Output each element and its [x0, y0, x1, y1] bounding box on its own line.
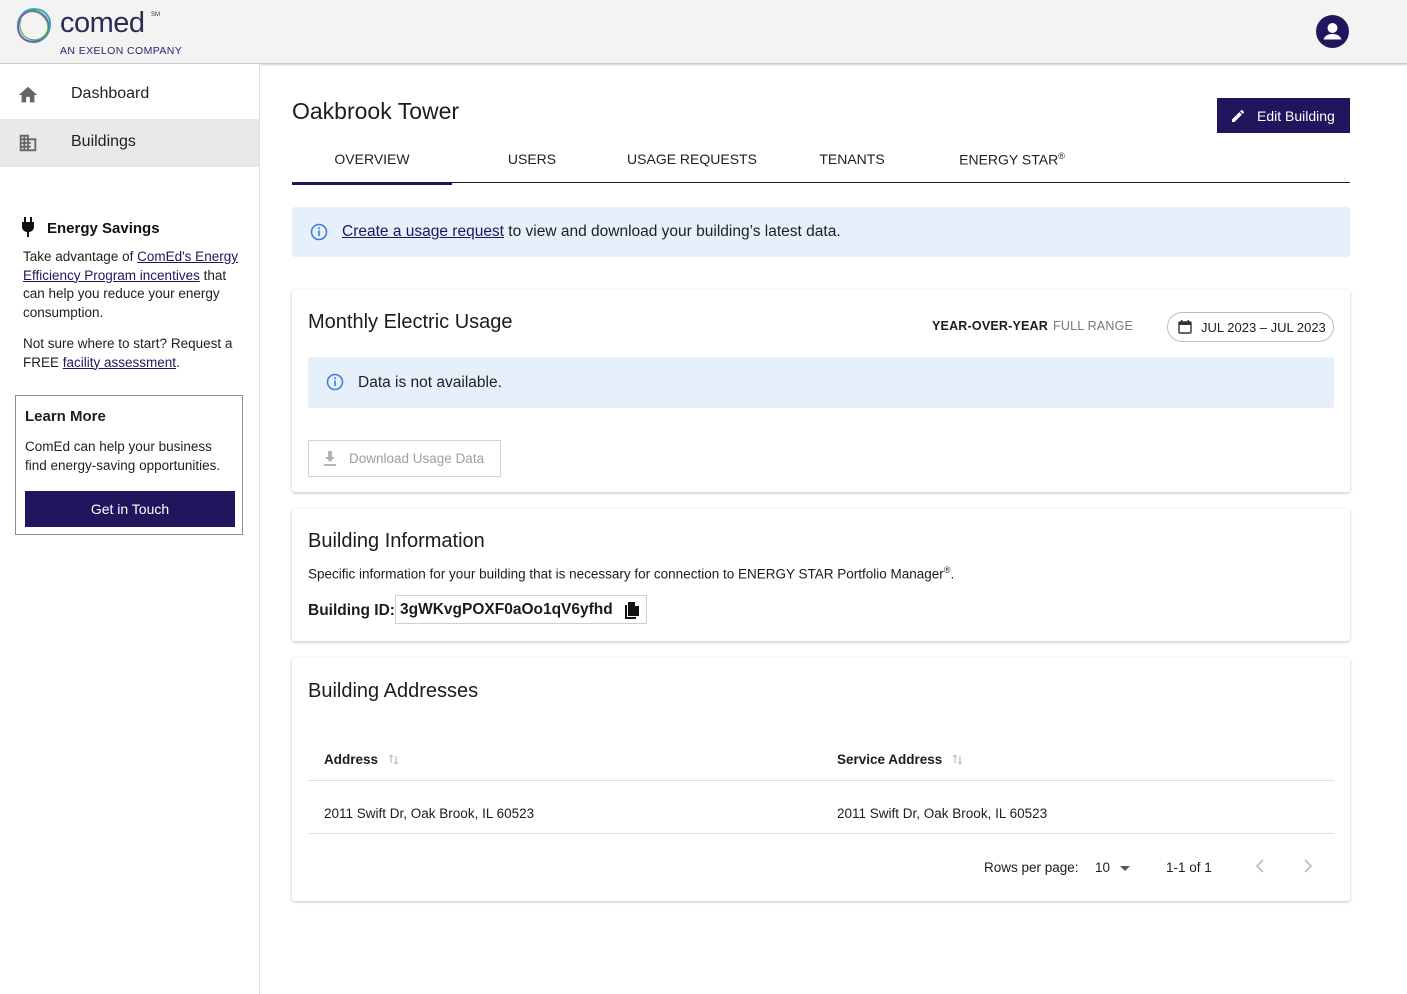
download-usage-data-button[interactable]: Download Usage Data — [308, 440, 501, 477]
learn-more-body: ComEd can help your business find energy… — [25, 439, 221, 473]
power-plug-icon — [22, 217, 34, 237]
building-information-title: Building Information — [308, 530, 485, 552]
building-addresses-title: Building Addresses — [308, 680, 479, 702]
pagination-range: 1-1 of 1 — [1166, 860, 1212, 875]
logo-wordmark: comed — [60, 7, 145, 39]
usage-request-banner: Create a usage request to view and downl… — [292, 207, 1350, 257]
tab-overview[interactable]: OVERVIEW — [292, 138, 452, 185]
building-icon — [19, 134, 37, 152]
year-over-year-toggle[interactable]: YEAR-OVER-YEAR — [932, 319, 1048, 333]
download-usage-data-label: Download Usage Data — [349, 451, 485, 466]
logo-tagline: AN EXELON COMPANY — [60, 45, 183, 57]
page-title: Oakbrook Tower — [292, 98, 460, 124]
building-id-field: 3gWKvgPOXF0aOo1qV6yfhd — [395, 595, 647, 624]
sidebar-item-dashboard[interactable]: Dashboard — [0, 71, 259, 119]
tab-usage-requests[interactable]: USAGE REQUESTS — [612, 138, 772, 183]
comed-logo-mark-icon — [16, 7, 52, 44]
calendar-icon — [1178, 320, 1192, 334]
pencil-icon — [1232, 109, 1245, 122]
download-icon — [324, 451, 336, 466]
caret-down-icon — [1120, 866, 1130, 871]
info-icon — [310, 223, 328, 241]
service-address-cell: 2011 Swift Dr, Oak Brook, IL 60523 — [837, 806, 1048, 821]
learn-more-title: Learn More — [25, 408, 106, 425]
sort-icon — [388, 754, 399, 765]
edit-building-label: Edit Building — [1257, 108, 1335, 124]
full-range-toggle[interactable]: FULL RANGE — [1053, 319, 1133, 333]
user-icon — [1323, 23, 1342, 40]
building-id-label: Building ID: — [308, 602, 395, 619]
energy-savings-text: Take advantage of ComEd's Energy Efficie… — [23, 249, 238, 320]
info-icon — [326, 373, 344, 391]
sidebar-item-label: Dashboard — [71, 85, 150, 102]
rows-per-page-value: 10 — [1095, 860, 1111, 875]
sort-icon — [952, 754, 963, 765]
building-information-card: Building Information Specific informatio… — [292, 509, 1350, 641]
sidebar-item-label: Buildings — [71, 133, 136, 150]
sidebar: Dashboard Buildings Energy Savings Take … — [0, 64, 260, 994]
logo-service-mark: SM — [151, 12, 160, 18]
account-avatar-button[interactable] — [1316, 15, 1349, 48]
home-icon — [18, 86, 38, 103]
data-unavailable-banner: Data is not available. — [308, 357, 1334, 408]
building-tabs: OVERVIEW USERS USAGE REQUESTS TENANTS EN… — [292, 138, 1350, 185]
address-column-header[interactable]: Address — [324, 752, 399, 767]
energy-savings-title: Energy Savings — [47, 220, 160, 237]
building-id-value: 3gWKvgPOXF0aOo1qV6yfhd — [400, 601, 613, 618]
address-cell: 2011 Swift Dr, Oak Brook, IL 60523 — [324, 806, 535, 821]
rows-per-page-select[interactable]: 10 — [1095, 858, 1137, 880]
comed-logo[interactable]: comed SM AN EXELON COMPANY — [14, 6, 194, 60]
table-divider — [308, 780, 1334, 781]
table-divider — [308, 833, 1334, 834]
rows-per-page-label: Rows per page: — [984, 860, 1079, 875]
learn-more-card: Learn More ComEd can help your business … — [15, 395, 243, 535]
monthly-usage-card: Monthly Electric Usage YEAR-OVER-YEAR FU… — [292, 290, 1350, 492]
get-in-touch-button[interactable]: Get in Touch — [25, 491, 235, 527]
facility-assessment-link[interactable]: facility assessment — [63, 355, 176, 370]
monthly-usage-title: Monthly Electric Usage — [308, 311, 513, 333]
tab-energy-star[interactable]: ENERGY STAR® — [932, 138, 1092, 183]
tab-users[interactable]: USERS — [452, 138, 612, 183]
edit-building-button[interactable]: Edit Building — [1217, 98, 1350, 133]
chevron-left-icon[interactable] — [1248, 854, 1272, 878]
top-bar: comed SM AN EXELON COMPANY — [0, 0, 1407, 64]
date-range-text: JUL 2023 – JUL 2023 — [1201, 320, 1326, 335]
create-usage-request-link[interactable]: Create a usage request — [342, 223, 504, 240]
data-unavailable-text: Data is not available. — [358, 374, 502, 391]
facility-assessment-text: Not sure where to start? Request a FREE … — [23, 336, 233, 370]
copy-icon[interactable] — [623, 601, 641, 620]
building-addresses-card: Building Addresses Address Service Addre… — [292, 658, 1350, 901]
usage-request-text: Create a usage request to view and downl… — [342, 223, 841, 240]
sidebar-item-buildings[interactable]: Buildings — [0, 119, 259, 167]
date-range-picker[interactable]: JUL 2023 – JUL 2023 — [1167, 312, 1334, 342]
building-information-description: Specific information for your building t… — [308, 565, 955, 582]
service-address-column-header[interactable]: Service Address — [837, 752, 963, 767]
chevron-right-icon[interactable] — [1296, 854, 1320, 878]
tab-tenants[interactable]: TENANTS — [772, 138, 932, 183]
